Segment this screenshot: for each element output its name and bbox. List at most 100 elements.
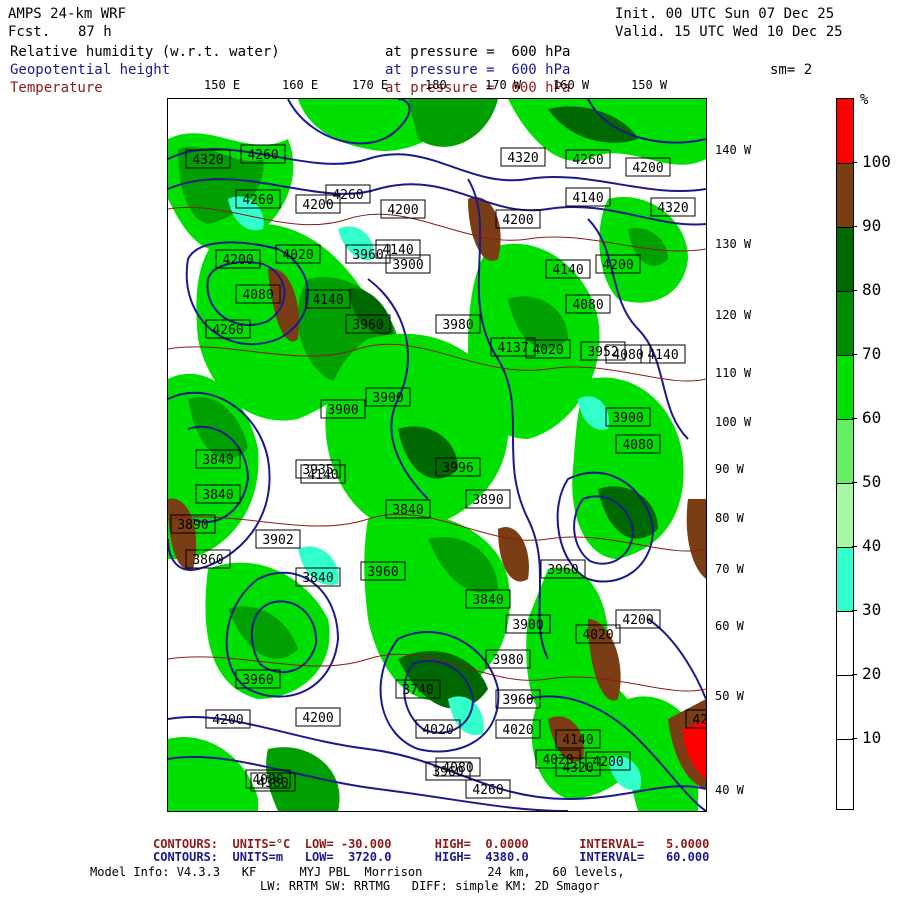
height-label: 4020 xyxy=(532,343,563,358)
height-label: 4320 xyxy=(507,151,538,166)
colorbar-tick xyxy=(852,610,857,611)
colorbar-segment xyxy=(837,483,853,547)
map-canvas: 4320 4260426042004320 42604140420043204260… xyxy=(168,99,706,811)
height-label: 4137 xyxy=(497,341,528,356)
height-label: 3902 xyxy=(262,533,293,548)
colorbar-level-label: 10 xyxy=(862,728,882,747)
field-temp-name: Temperature xyxy=(10,80,103,96)
lat-label: 80 W xyxy=(715,511,744,525)
colorbar-unit: % xyxy=(860,92,869,108)
height-label: 3840 xyxy=(302,571,333,586)
height-label: 3900 xyxy=(327,403,358,418)
height-label: 3840 xyxy=(202,488,233,503)
colorbar-level-label: 100 xyxy=(862,152,891,171)
height-label: 4200 xyxy=(212,713,243,728)
smoothing-label: sm= 2 xyxy=(770,62,813,78)
colorbar-segment xyxy=(837,611,853,675)
height-label: 4380 xyxy=(257,776,288,791)
lat-label: 40 W xyxy=(715,783,744,797)
height-label: 3935 xyxy=(302,463,333,478)
height-label: 4020 xyxy=(502,723,533,738)
height-label: 4260 xyxy=(212,323,243,338)
physics-info: LW: RRTM SW: RRTMG DIFF: simple KM: 2D S… xyxy=(260,879,600,893)
height-label: 3900 xyxy=(392,258,423,273)
init-time: Init. 00 UTC Sun 07 Dec 25 xyxy=(615,6,835,22)
lat-label: 110 W xyxy=(715,366,752,380)
height-label: 3900 xyxy=(512,618,543,633)
lat-label: 100 W xyxy=(715,415,752,429)
height-label: 4200 xyxy=(302,198,333,213)
height-label: 3960 xyxy=(547,563,578,578)
height-label: 4020 xyxy=(422,723,453,738)
lon-label: 150 W xyxy=(631,78,668,92)
field-height-level: at pressure = 600 hPa xyxy=(385,62,571,78)
colorbar-tick xyxy=(852,546,857,547)
colorbar-tick xyxy=(852,738,857,739)
colorbar-tick xyxy=(852,674,857,675)
height-label: 3890 xyxy=(472,493,503,508)
height-label: 4200 xyxy=(222,253,253,268)
rh-colorbar xyxy=(836,98,854,810)
height-label: 4200 xyxy=(302,711,333,726)
colorbar-level-label: 20 xyxy=(862,664,882,683)
height-label: 4140 xyxy=(552,263,583,278)
colorbar-level-label: 50 xyxy=(862,472,882,491)
height-label: 4200 xyxy=(692,713,706,728)
height-label: 4140 xyxy=(312,293,343,308)
height-label: 3996 xyxy=(442,461,473,476)
colorbar-level-label: 70 xyxy=(862,344,882,363)
height-label: 3900 xyxy=(372,391,403,406)
lon-label: 180 xyxy=(425,78,447,92)
colorbar-level-label: 60 xyxy=(862,408,882,427)
field-rh-level: at pressure = 600 hPa xyxy=(385,44,571,60)
height-label: 3960 xyxy=(242,673,273,688)
colorbar-level-label: 90 xyxy=(862,216,882,235)
lon-label: 160 E xyxy=(282,78,319,92)
lon-label: 170 E xyxy=(352,78,389,92)
colorbar-segment xyxy=(837,739,853,809)
colorbar-segment xyxy=(837,419,853,483)
height-label: 3890 xyxy=(177,518,208,533)
lat-label: 50 W xyxy=(715,689,744,703)
height-label: 3840 xyxy=(202,453,233,468)
model-info: Model Info: V4.3.3 KF MYJ PBL Morrison 2… xyxy=(90,865,625,879)
colorbar-segment xyxy=(837,163,853,227)
height-label: 4080 xyxy=(242,288,273,303)
height-label: 3952 xyxy=(587,345,618,360)
lat-label: 70 W xyxy=(715,562,744,576)
colorbar-segment xyxy=(837,675,853,739)
colorbar-segment xyxy=(837,99,853,163)
height-label: 4200 xyxy=(592,755,623,770)
colorbar-tick xyxy=(852,418,857,419)
height-label: 4020 xyxy=(282,248,313,263)
lon-label: 150 E xyxy=(204,78,241,92)
height-label: 3960 xyxy=(352,318,383,333)
forecast-label: Fcst. xyxy=(8,24,51,40)
height-contour-line xyxy=(647,618,706,700)
height-label: 4260 xyxy=(242,193,273,208)
height-label: 4080 xyxy=(442,761,473,776)
height-label: 4260 xyxy=(247,148,278,163)
colorbar-segment xyxy=(837,227,853,291)
colorbar-tick xyxy=(852,226,857,227)
height-label: 3960 xyxy=(352,248,383,263)
lat-label: 140 W xyxy=(715,143,752,157)
lat-label: 60 W xyxy=(715,619,744,633)
valid-time: Valid. 15 UTC Wed 10 Dec 25 xyxy=(615,24,843,40)
height-label: 4200 xyxy=(602,258,633,273)
height-label: 4140 xyxy=(572,191,603,206)
height-label: 3840 xyxy=(392,503,423,518)
height-label: 3860 xyxy=(192,553,223,568)
height-label: 3980 xyxy=(442,318,473,333)
height-label: 4200 xyxy=(387,203,418,218)
colorbar-tick xyxy=(852,354,857,355)
height-label: 3840 xyxy=(472,593,503,608)
height-label: 4260 xyxy=(472,783,503,798)
lon-label: 160 W xyxy=(553,78,590,92)
colorbar-tick xyxy=(852,482,857,483)
colorbar-segment xyxy=(837,355,853,419)
lat-label: 130 W xyxy=(715,237,752,251)
height-label: 3900 xyxy=(612,411,643,426)
colorbar-level-label: 80 xyxy=(862,280,882,299)
colorbar-segment xyxy=(837,291,853,355)
